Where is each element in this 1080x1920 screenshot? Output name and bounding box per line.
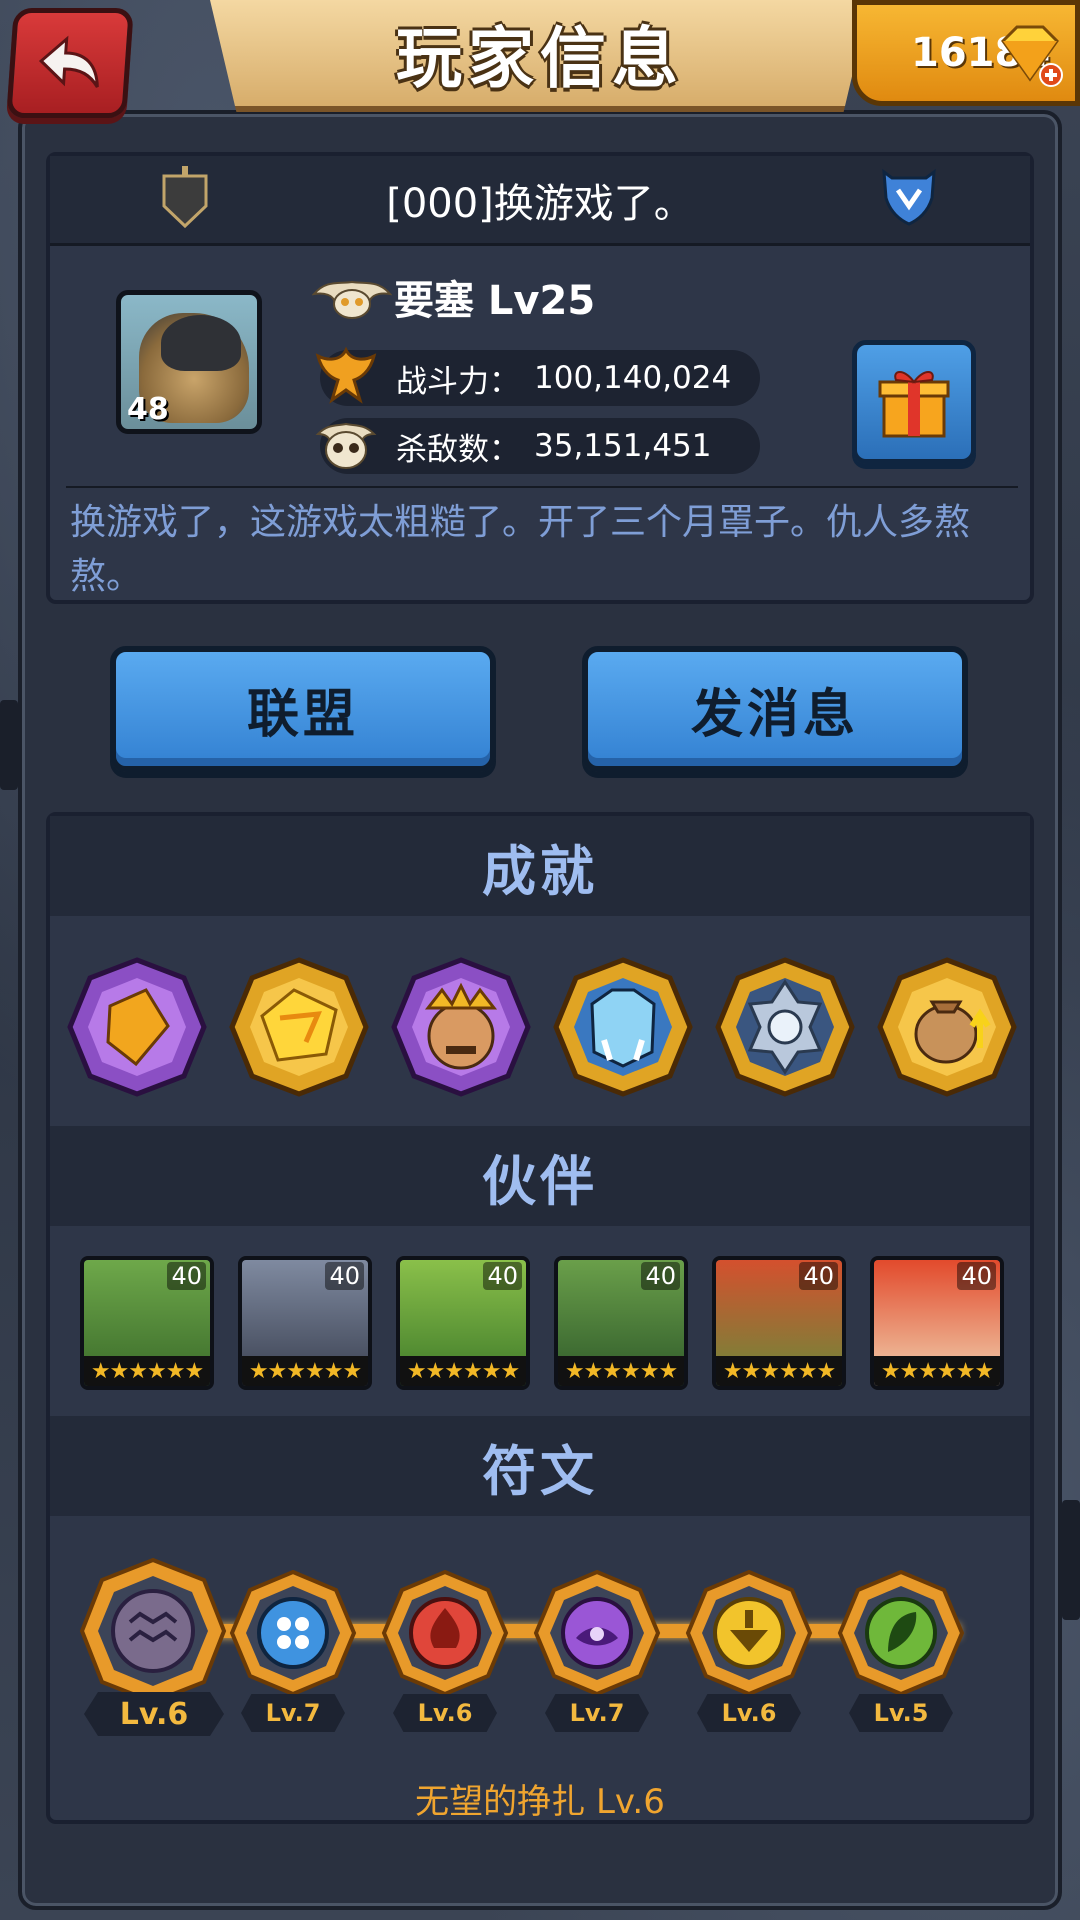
partner-stars: ★★★★★★: [242, 1356, 368, 1386]
ice-beast-badge-icon[interactable]: [552, 956, 694, 1098]
rune-caption: 无望的挣扎 Lv.6: [415, 1782, 665, 1822]
chief-face-badge-icon[interactable]: [390, 956, 532, 1098]
skull-horns-rank-icon: [312, 280, 392, 319]
water-rune-icon[interactable]: [78, 1556, 228, 1706]
avatar-creature-head: [161, 315, 241, 371]
power-stat: 战斗力： 100,140,024: [315, 346, 760, 406]
eye-rune-icon[interactable]: [532, 1568, 662, 1698]
send-message-button[interactable]: 发消息: [582, 646, 968, 772]
kills-value: 35,151,451: [534, 428, 712, 464]
frame-crack: [0, 700, 18, 790]
skull-kills-icon: [315, 422, 377, 469]
partner-level: 40: [483, 1262, 522, 1290]
power-label: 战斗力：: [396, 363, 520, 400]
gear-badge-icon[interactable]: [714, 956, 856, 1098]
flag-icon[interactable]: [160, 166, 210, 232]
rank-label: 要塞 Lv25: [394, 278, 596, 324]
partner-card[interactable]: 40 ★★★★★★: [870, 1256, 1004, 1390]
partner-level: 40: [167, 1262, 206, 1290]
achievements-title: 成就: [482, 839, 598, 903]
partner-stars: ★★★★★★: [84, 1356, 210, 1386]
player-bio: 换游戏了，这游戏太粗糙了。开了三个月罩子。仇人多熬熬。: [70, 502, 971, 597]
player-info-panel: [000]换游戏了。 48 要塞 Lv25 战斗力： 100,140,024 杀…: [46, 152, 1034, 604]
back-button[interactable]: [6, 8, 134, 118]
partner-level: 40: [799, 1262, 838, 1290]
phoenix-power-icon: [315, 346, 377, 404]
gift-icon: [878, 371, 950, 438]
partner-level: 40: [325, 1262, 364, 1290]
rune-level-badge: Lv.7: [545, 1694, 649, 1732]
send-message-label: 发消息: [690, 684, 859, 745]
tree-rune-icon[interactable]: [684, 1568, 814, 1698]
alliance-button[interactable]: 联盟: [110, 646, 496, 772]
player-name: [000]换游戏了。: [386, 180, 694, 227]
partner-stars: ★★★★★★: [716, 1356, 842, 1386]
money-bag-badge-icon[interactable]: [876, 956, 1018, 1098]
partner-level: 40: [641, 1262, 680, 1290]
guild-shield-icon[interactable]: [878, 168, 940, 226]
partners-title: 伙伴: [482, 1149, 598, 1213]
achievements-header: 成就: [50, 816, 1030, 916]
alliance-label: 联盟: [246, 684, 359, 745]
partner-stars: ★★★★★★: [400, 1356, 526, 1386]
runes-header: 符文: [50, 1416, 1030, 1516]
partner-level: 40: [957, 1262, 996, 1290]
rune-level-badge: Lv.6: [697, 1694, 801, 1732]
rune-level-badge: Lv.6: [84, 1692, 224, 1736]
partner-card[interactable]: 40 ★★★★★★: [554, 1256, 688, 1390]
rune-level-badge: Lv.6: [393, 1694, 497, 1732]
back-arrow-icon: [38, 35, 99, 88]
profile-sections-panel: 成就 伙伴 40 ★★★★★★ 40 ★★★★★★ 40 ★★★★★★ 40 ★…: [46, 812, 1034, 1824]
title-banner: 玩家信息: [210, 0, 870, 112]
leaf-rune-icon[interactable]: [836, 1568, 966, 1698]
kills-label: 杀敌数：: [396, 431, 520, 468]
gem-plus-icon: [1001, 25, 1063, 87]
gift-button[interactable]: [852, 340, 976, 464]
rune-level-badge: Lv.5: [849, 1694, 953, 1732]
frame-crack: [1062, 1500, 1080, 1620]
divider: [66, 486, 1018, 488]
name-bar: [000]换游戏了。: [50, 156, 1030, 246]
runes-title: 符文: [482, 1439, 598, 1503]
rune-level-badge: Lv.7: [241, 1694, 345, 1732]
purple-gem-badge-icon[interactable]: [66, 956, 208, 1098]
partner-card[interactable]: 40 ★★★★★★: [238, 1256, 372, 1390]
gem-counter[interactable]: 16184: [852, 0, 1080, 106]
dots-rune-icon[interactable]: [228, 1568, 358, 1698]
partner-card[interactable]: 40 ★★★★★★: [396, 1256, 530, 1390]
player-avatar[interactable]: 48: [116, 290, 262, 434]
fire-rune-icon[interactable]: [380, 1568, 510, 1698]
partner-card[interactable]: 40 ★★★★★★: [80, 1256, 214, 1390]
gold-ore-badge-icon[interactable]: [228, 956, 370, 1098]
partner-stars: ★★★★★★: [874, 1356, 1000, 1386]
partner-card[interactable]: 40 ★★★★★★: [712, 1256, 846, 1390]
kills-stat: 杀敌数： 35,151,451: [315, 418, 760, 474]
power-value: 100,140,024: [534, 360, 732, 396]
partners-header: 伙伴: [50, 1126, 1030, 1226]
page-title: 玩家信息: [396, 20, 684, 97]
avatar-level: 48: [127, 392, 169, 427]
partner-stars: ★★★★★★: [558, 1356, 684, 1386]
